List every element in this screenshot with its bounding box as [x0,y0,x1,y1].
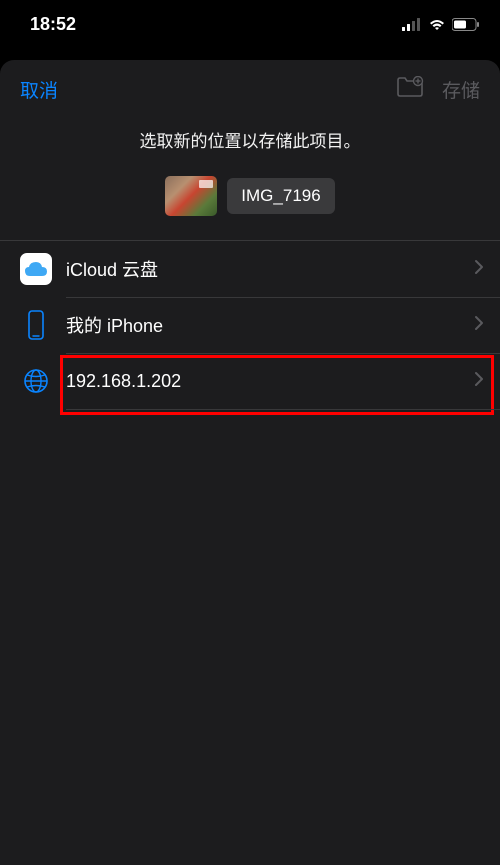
sheet-header: 取消 存储 [0,60,500,113]
icloud-icon [20,253,52,285]
status-time: 18:52 [30,14,76,35]
chevron-right-icon [474,315,484,336]
iphone-icon [20,309,52,341]
wifi-icon [428,18,446,31]
location-item-iphone[interactable]: 我的 iPhone [0,297,500,353]
save-sheet: 取消 存储 选取新的位置以存储此项目。 IMG_7196 [0,60,500,865]
status-icons [402,18,480,31]
new-folder-icon[interactable] [396,76,424,103]
chevron-right-icon [474,371,484,392]
save-button: 存储 [442,76,480,103]
filename-badge[interactable]: IMG_7196 [227,178,334,214]
location-item-network[interactable]: 192.168.1.202 [0,353,500,409]
location-label: 我的 iPhone [66,312,474,338]
location-item-icloud[interactable]: iCloud 云盘 [0,241,500,297]
location-label: iCloud 云盘 [66,256,474,282]
signal-icon [402,18,422,31]
prompt-text: 选取新的位置以存储此项目。 [0,113,500,176]
location-list: iCloud 云盘 我的 iPhone [0,241,500,409]
location-label: 192.168.1.202 [66,371,474,392]
cancel-button[interactable]: 取消 [20,76,58,103]
file-thumbnail [165,176,217,216]
globe-icon [20,365,52,397]
chevron-right-icon [474,259,484,280]
status-bar: 18:52 [0,0,500,44]
battery-icon [452,18,480,31]
file-preview: IMG_7196 [0,176,500,240]
